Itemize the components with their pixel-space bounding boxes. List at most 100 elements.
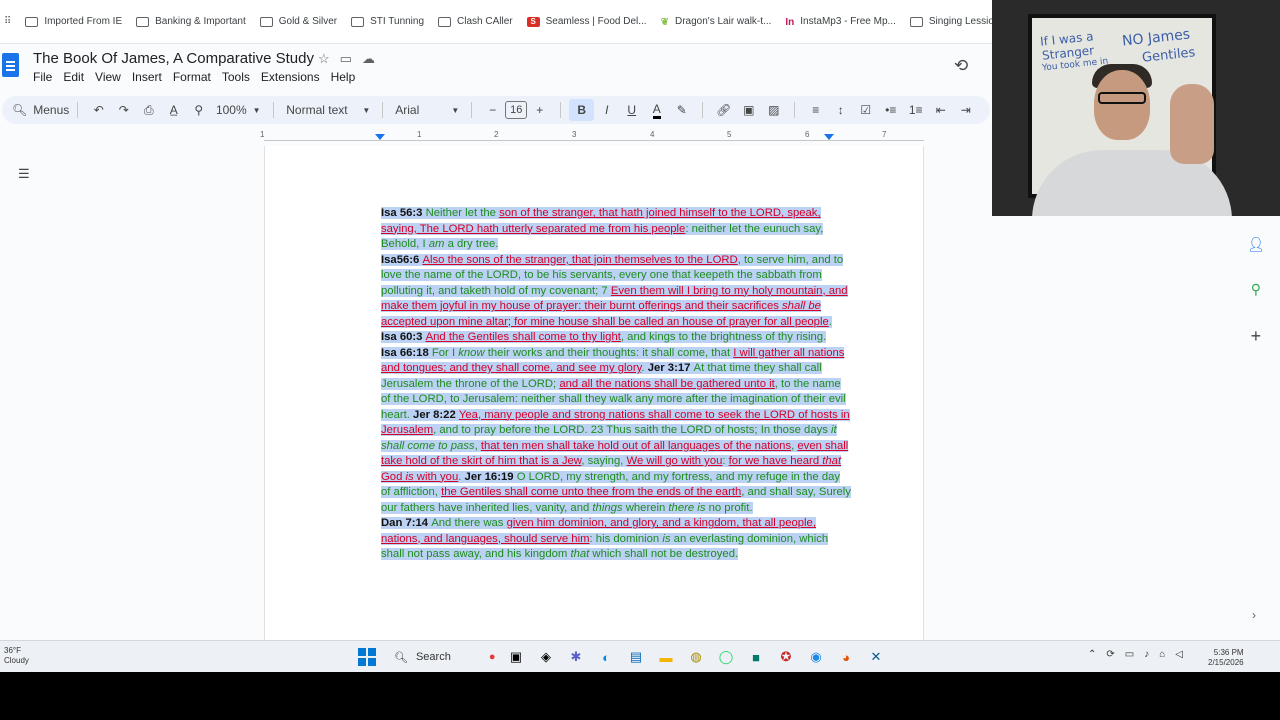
- store-icon[interactable]: ▤: [624, 645, 648, 669]
- maps-icon[interactable]: ⚲: [1251, 281, 1261, 298]
- menu-tools[interactable]: Tools: [222, 70, 250, 84]
- menu-insert[interactable]: Insert: [132, 70, 162, 84]
- verse-reference: Isa56:6: [381, 253, 423, 266]
- document-page[interactable]: Isa 56:3 Neither let the son of the stra…: [264, 146, 924, 640]
- verse-reference: Dan 7:14: [381, 517, 432, 529]
- chevron-right-icon[interactable]: ›: [1252, 608, 1256, 622]
- verse-text: no profit.: [705, 501, 753, 514]
- align-icon[interactable]: ≡: [803, 99, 828, 121]
- microphone-icon[interactable]: ♪: [1144, 649, 1149, 660]
- verse-text: for we have heard: [728, 455, 823, 467]
- file-explorer-icon[interactable]: ▬: [654, 645, 678, 669]
- line-spacing-icon[interactable]: ↕: [828, 99, 853, 121]
- folder-icon: [259, 16, 273, 27]
- document-paragraph[interactable]: Isa 66:18 For I know their works and the…: [381, 346, 851, 517]
- document-body[interactable]: Isa 56:3 Neither let the son of the stra…: [381, 206, 851, 563]
- whatsapp-icon[interactable]: ◯: [714, 645, 738, 669]
- edge-icon[interactable]: ◐: [594, 645, 618, 669]
- recorder-icon[interactable]: ✪: [774, 645, 798, 669]
- version-history-icon[interactable]: ⟲: [954, 56, 968, 76]
- volume-icon[interactable]: ◁: [1175, 649, 1183, 660]
- checklist-icon[interactable]: ☑: [853, 99, 878, 121]
- verse-text: And the Gentiles shall come to thy light: [425, 331, 621, 343]
- menus-search-button[interactable]: 🔍︎ Menus: [12, 99, 69, 121]
- spellcheck-icon[interactable]: A̲: [161, 99, 186, 121]
- clock[interactable]: 5:36 PM 2/15/2026: [1208, 648, 1244, 668]
- contacts-icon[interactable]: 👤︎: [1247, 236, 1265, 253]
- menu-help[interactable]: Help: [331, 70, 356, 84]
- insert-link-icon[interactable]: 🔗︎: [711, 99, 736, 121]
- verse-text: Neither let the: [425, 207, 500, 219]
- chevron-up-icon[interactable]: ⌃: [1088, 649, 1096, 660]
- bookmark-clash-caller[interactable]: Clash CAller: [438, 16, 513, 27]
- undo-icon[interactable]: ↶: [86, 99, 111, 121]
- document-paragraph[interactable]: Dan 7:14 And there was given him dominio…: [381, 516, 851, 563]
- bookmark-imported-from-ie[interactable]: Imported From IE: [25, 16, 122, 27]
- selected-text: Dan 7:14 And there was given him dominio…: [381, 517, 829, 560]
- menu-edit[interactable]: Edit: [63, 70, 84, 84]
- sync-icon[interactable]: ⟳: [1106, 649, 1114, 660]
- bookmark-banking[interactable]: Banking & Important: [136, 16, 246, 27]
- network-icon[interactable]: ⌂: [1159, 649, 1165, 660]
- task-view-icon[interactable]: ▣: [504, 645, 528, 669]
- document-outline-icon[interactable]: ☰: [18, 166, 30, 182]
- bookmark-gold-silver[interactable]: Gold & Silver: [259, 16, 337, 27]
- text-color-icon[interactable]: A: [644, 99, 669, 121]
- taskbar-search[interactable]: 🔍︎ Search ●: [388, 645, 498, 669]
- redo-icon[interactable]: ↷: [111, 99, 136, 121]
- document-title[interactable]: The Book Of James, A Comparative Study: [33, 50, 314, 67]
- apps-grid-icon[interactable]: ⠿: [4, 16, 11, 27]
- star-icon[interactable]: ☆: [318, 51, 330, 67]
- document-paragraph[interactable]: Isa 56:3 Neither let the son of the stra…: [381, 206, 851, 253]
- menu-view[interactable]: View: [95, 70, 121, 84]
- menu-format[interactable]: Format: [173, 70, 211, 84]
- print-icon[interactable]: ⎙: [136, 99, 161, 121]
- verse-text: that: [822, 455, 842, 467]
- increase-font-size-icon[interactable]: +: [527, 99, 552, 121]
- teams-icon[interactable]: ✱: [564, 645, 588, 669]
- zoom-select[interactable]: 100% ▼: [211, 99, 265, 121]
- bookmark-sti-tunning[interactable]: STI Tunning: [351, 16, 424, 27]
- add-comment-icon[interactable]: ▣: [736, 99, 761, 121]
- move-folder-icon[interactable]: ▭: [340, 51, 352, 67]
- cloud-status-icon[interactable]: ☁: [362, 51, 375, 67]
- left-indent-marker[interactable]: [375, 134, 385, 140]
- font-family-select[interactable]: Arial ▼: [391, 99, 463, 121]
- search-icon: 🔍︎: [394, 651, 408, 664]
- paint-format-icon[interactable]: ⚲: [186, 99, 211, 121]
- add-icon[interactable]: +: [1251, 326, 1262, 347]
- right-indent-marker[interactable]: [824, 134, 834, 140]
- copilot-icon[interactable]: ◈: [534, 645, 558, 669]
- app-icon[interactable]: ✕: [864, 645, 888, 669]
- bookmark-seamless[interactable]: S Seamless | Food Del...: [526, 16, 647, 27]
- underline-button[interactable]: U: [619, 99, 644, 121]
- start-button[interactable]: [358, 648, 376, 666]
- verse-text: there is: [668, 501, 706, 514]
- document-paragraph[interactable]: Isa 60:3 And the Gentiles shall come to …: [381, 330, 851, 346]
- bulleted-list-icon[interactable]: •≡: [878, 99, 903, 121]
- monitor-icon[interactable]: ▭: [1125, 649, 1134, 660]
- highlight-color-icon[interactable]: ✎: [669, 99, 694, 121]
- increase-indent-icon[interactable]: ⇥: [953, 99, 978, 121]
- chrome-icon[interactable]: ◉: [804, 645, 828, 669]
- numbered-list-icon[interactable]: 1≡: [903, 99, 928, 121]
- ruler[interactable]: 1 1 2 3 4 5 6 7: [260, 130, 924, 143]
- menu-extensions[interactable]: Extensions: [261, 70, 320, 84]
- decrease-font-size-icon[interactable]: −: [480, 99, 505, 121]
- google-docs-logo-icon[interactable]: [2, 53, 19, 77]
- font-size-input[interactable]: 16: [505, 101, 528, 119]
- italic-button[interactable]: I: [594, 99, 619, 121]
- terminal-icon[interactable]: ■: [744, 645, 768, 669]
- firefox-icon[interactable]: ◕: [834, 645, 858, 669]
- weather-widget[interactable]: 36°F Cloudy: [4, 646, 29, 666]
- decrease-indent-icon[interactable]: ⇤: [928, 99, 953, 121]
- bookmark-singing-lessions[interactable]: Singing Lessions: [909, 16, 1004, 27]
- bookmark-dragons-lair[interactable]: ❦ Dragon's Lair walk-t...: [661, 16, 772, 28]
- app-icon[interactable]: ◍: [684, 645, 708, 669]
- bold-button[interactable]: B: [569, 99, 595, 121]
- paragraph-style-select[interactable]: Normal text ▼: [282, 99, 374, 121]
- insert-image-icon[interactable]: ▨: [761, 99, 786, 121]
- bookmark-instamp3[interactable]: In InstaMp3 - Free Mp...: [785, 16, 895, 28]
- document-paragraph[interactable]: Isa56:6 Also the sons of the stranger, t…: [381, 253, 851, 331]
- menu-file[interactable]: File: [33, 70, 52, 84]
